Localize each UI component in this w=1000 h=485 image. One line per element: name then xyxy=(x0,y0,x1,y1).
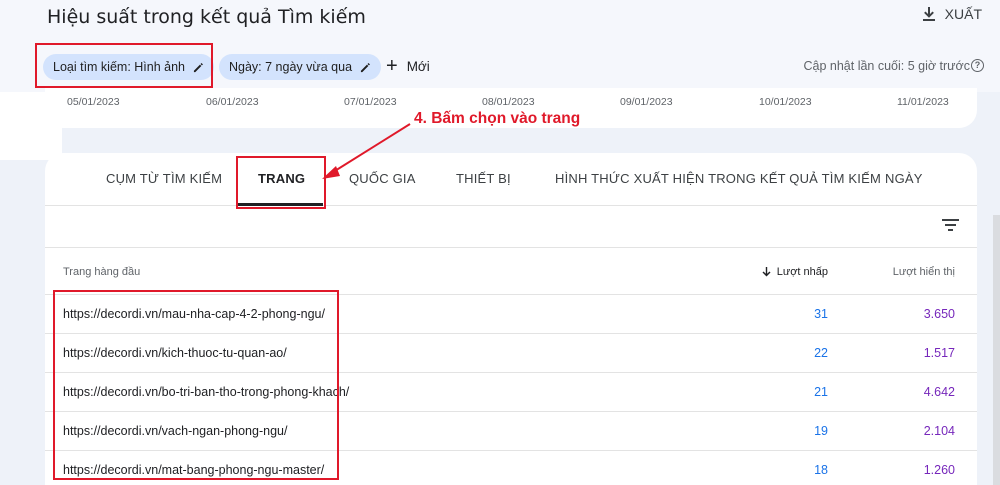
row-impressions: 1.260 xyxy=(923,463,955,477)
row-clicks: 18 xyxy=(814,463,828,477)
filter-rows-icon[interactable] xyxy=(942,218,959,232)
page-title: Hiệu suất trong kết quả Tìm kiếm xyxy=(47,6,366,28)
tab-search-appearance[interactable]: HÌNH THỨC XUẤT HIỆN TRONG KẾT QUẢ TÌM KI… xyxy=(555,171,881,186)
highlight-box-filter xyxy=(35,43,213,88)
row-clicks: 31 xyxy=(814,307,828,321)
date-chip[interactable]: Ngày: 7 ngày vừa qua xyxy=(219,54,382,80)
row-clicks: 21 xyxy=(814,385,828,399)
sort-down-icon xyxy=(762,267,771,277)
scrollbar[interactable] xyxy=(993,215,1000,485)
tab-queries[interactable]: CỤM TỪ TÌM KIẾM xyxy=(106,171,222,186)
highlight-box-urls xyxy=(53,290,339,480)
axis-date-label: 07/01/2023 xyxy=(344,96,397,108)
axis-date-label: 10/01/2023 xyxy=(759,96,812,108)
export-label: XUẤT xyxy=(944,6,982,22)
download-icon xyxy=(922,7,935,21)
table-toolbar xyxy=(45,206,977,248)
row-clicks: 19 xyxy=(814,424,828,438)
new-filter-label: Mới xyxy=(406,58,430,74)
axis-date-label: 05/01/2023 xyxy=(67,96,120,108)
last-update-text: Cập nhật lần cuối: 5 giờ trước xyxy=(803,59,970,73)
row-impressions: 3.650 xyxy=(923,307,955,321)
new-filter-button[interactable]: + Mới xyxy=(386,55,430,77)
axis-date-label: 06/01/2023 xyxy=(206,96,259,108)
row-impressions: 2.104 xyxy=(923,424,955,438)
tab-dates[interactable]: NGÀY xyxy=(885,171,923,186)
page-header: Hiệu suất trong kết quả Tìm kiếm XUẤT xyxy=(0,0,1000,40)
date-label: Ngày: 7 ngày vừa qua xyxy=(229,60,353,74)
edit-icon xyxy=(360,62,370,72)
axis-date-label: 08/01/2023 xyxy=(482,96,535,108)
row-clicks: 22 xyxy=(814,346,828,360)
column-header-clicks-label: Lượt nhấp xyxy=(776,266,828,278)
row-impressions: 4.642 xyxy=(923,385,955,399)
column-header-page: Trang hàng đầu xyxy=(63,266,141,278)
export-button[interactable]: XUẤT xyxy=(921,6,982,22)
annotation-arrow-icon xyxy=(322,123,411,179)
help-icon[interactable]: ? xyxy=(971,59,984,72)
axis-date-label: 11/01/2023 xyxy=(897,96,949,108)
row-impressions: 1.517 xyxy=(923,346,955,360)
plus-icon: + xyxy=(386,55,398,77)
column-header-clicks[interactable]: Lượt nhấp xyxy=(762,266,828,278)
annotation-text: 4. Bấm chọn vào trang xyxy=(414,110,581,127)
tab-bar: CỤM TỪ TÌM KIẾM TRANG QUỐC GIA THIẾT BỊ … xyxy=(45,153,977,206)
axis-date-label: 09/01/2023 xyxy=(620,96,673,108)
tab-devices[interactable]: THIẾT BỊ xyxy=(456,171,511,186)
column-header-impressions[interactable]: Lượt hiển thị xyxy=(893,266,955,278)
